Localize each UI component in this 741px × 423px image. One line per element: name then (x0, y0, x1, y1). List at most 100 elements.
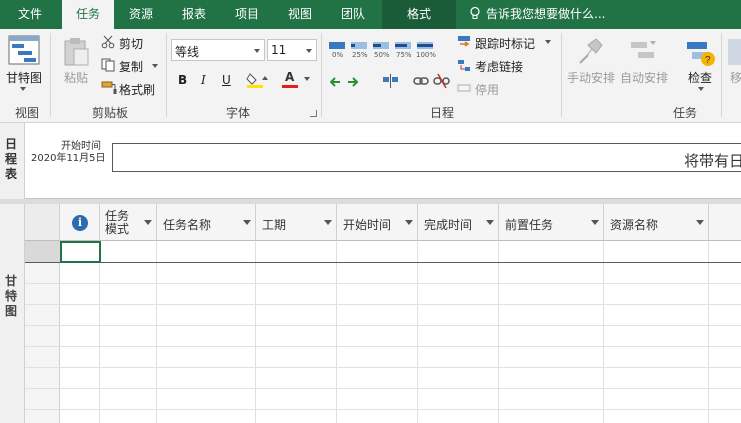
tab-team[interactable]: 团队 (328, 0, 378, 29)
tab-task[interactable]: 任务 (62, 0, 114, 29)
column-label: 完成时间 (424, 218, 473, 232)
column-header-task-name[interactable]: 任务名称 (157, 204, 256, 241)
format-painter-button[interactable]: 格式刷 (119, 81, 155, 98)
column-header-add-new[interactable] (709, 204, 741, 241)
pct-75-label[interactable]: 75% (396, 51, 412, 59)
font-size-select[interactable]: 11 (267, 39, 317, 61)
gantt-grid: i 任务 模式 任务名称 工期 开始时间 完成时间 前置任务 资源名称 (0, 204, 741, 423)
select-all-corner[interactable] (25, 204, 60, 241)
tab-report[interactable]: 报表 (168, 0, 220, 29)
group-label-tasks: 任务 (672, 106, 697, 120)
font-color-letter: A (285, 70, 295, 84)
gantt-chart-button[interactable] (8, 35, 40, 68)
timeline-side-label: 日程表 (5, 137, 18, 181)
paste-label[interactable]: 粘贴 (64, 69, 88, 86)
pct-0-label[interactable]: 0% (332, 51, 343, 59)
column-header-predecessors[interactable]: 前置任务 (499, 204, 604, 241)
grid-line (25, 409, 741, 410)
chevron-down-icon[interactable] (545, 40, 551, 44)
tab-resource[interactable]: 资源 (116, 0, 166, 29)
chevron-down-icon[interactable] (144, 220, 152, 225)
grid-line (25, 388, 741, 389)
manual-schedule-icon (578, 37, 604, 68)
tab-format[interactable]: 格式 (382, 0, 456, 29)
auto-schedule-button[interactable]: 自动安排 (620, 69, 668, 86)
pct-100-label[interactable]: 100% (416, 51, 436, 59)
font-name-select[interactable]: 等线 (171, 39, 265, 61)
active-cell[interactable] (60, 241, 101, 263)
grid-line (25, 262, 741, 263)
pct-100-icon (417, 42, 433, 49)
chevron-down-icon[interactable] (152, 64, 158, 68)
group-divider (166, 33, 167, 117)
chevron-down-icon[interactable] (591, 220, 599, 225)
pct-25-label[interactable]: 25% (352, 51, 368, 59)
group-label-clipboard: 剪贴板 (91, 106, 128, 120)
pct-50-label[interactable]: 50% (374, 51, 390, 59)
info-icon: i (72, 215, 88, 231)
chevron-down-icon (254, 49, 260, 53)
cut-button[interactable]: 剪切 (119, 35, 143, 52)
column-header-start[interactable]: 开始时间 (337, 204, 418, 241)
font-color-swatch (282, 85, 298, 88)
tab-file[interactable]: 文件 (0, 0, 60, 29)
split-task-icon (383, 74, 398, 88)
grid-line (25, 325, 741, 326)
gantt-chart-label[interactable]: 甘特图 (6, 69, 42, 86)
grid-line (25, 367, 741, 368)
chevron-down-icon[interactable] (243, 220, 251, 225)
grid-line (25, 283, 741, 284)
grid-line (708, 241, 709, 423)
chevron-down-icon[interactable] (20, 87, 26, 91)
italic-button[interactable]: I (201, 73, 206, 87)
column-header-task-mode[interactable]: 任务 模式 (100, 204, 157, 241)
grid-line (99, 241, 100, 423)
schedule-small-icons (329, 73, 450, 94)
move-button[interactable]: 移 (730, 69, 741, 86)
chevron-down-icon (306, 49, 312, 53)
lightbulb-icon (470, 6, 480, 19)
chevron-down-icon[interactable] (486, 220, 494, 225)
chevron-down-icon[interactable] (696, 220, 704, 225)
mark-on-track-icon (457, 35, 471, 52)
column-label: 开始时间 (343, 218, 392, 232)
timeline-bar[interactable]: 将带有日 (112, 143, 741, 172)
mark-on-track-button[interactable]: 跟踪时标记 (475, 35, 535, 52)
underline-button[interactable]: U (222, 73, 231, 87)
bold-button[interactable]: B (178, 73, 187, 87)
chevron-down-icon[interactable] (324, 220, 332, 225)
gantt-side-bar: 甘特图 (0, 204, 25, 423)
gantt-chart-icon (8, 35, 40, 65)
inspect-button[interactable]: 检查 (688, 69, 712, 86)
font-size-value: 11 (271, 43, 287, 57)
paste-icon (64, 38, 89, 66)
chevron-down-icon[interactable] (698, 87, 704, 91)
paste-button[interactable] (62, 37, 90, 70)
manual-schedule-button[interactable]: 手动安排 (567, 69, 615, 86)
grid-line (156, 241, 157, 423)
column-header-resource-names[interactable]: 资源名称 (604, 204, 709, 241)
fill-color-button[interactable] (246, 71, 268, 92)
column-header-finish[interactable]: 完成时间 (418, 204, 499, 241)
column-label: 工期 (262, 218, 287, 232)
timeline-side-bar: 日程表 (0, 123, 25, 199)
tab-view[interactable]: 视图 (275, 0, 325, 29)
scissors-icon (101, 35, 115, 52)
grid-line (25, 346, 741, 347)
column-header-indicators[interactable]: i (60, 204, 100, 241)
copy-icon (101, 58, 115, 75)
row-header-selected[interactable] (25, 241, 60, 262)
copy-button[interactable]: 复制 (119, 58, 143, 75)
column-header-duration[interactable]: 工期 (256, 204, 337, 241)
inactivate-button[interactable]: 停用 (475, 81, 499, 98)
pct-0-icon (329, 42, 345, 49)
font-dialog-launcher-icon[interactable] (310, 110, 317, 117)
tab-project[interactable]: 项目 (222, 0, 272, 29)
font-name-value: 等线 (175, 45, 200, 59)
chevron-down-icon[interactable] (405, 220, 413, 225)
format-painter-icon (101, 81, 117, 98)
respect-links-button[interactable]: 考虑链接 (475, 58, 523, 75)
tell-me-box[interactable]: 告诉我您想要做什么... (468, 0, 605, 29)
grid-line (603, 241, 604, 423)
link-tasks-icon (413, 77, 429, 85)
